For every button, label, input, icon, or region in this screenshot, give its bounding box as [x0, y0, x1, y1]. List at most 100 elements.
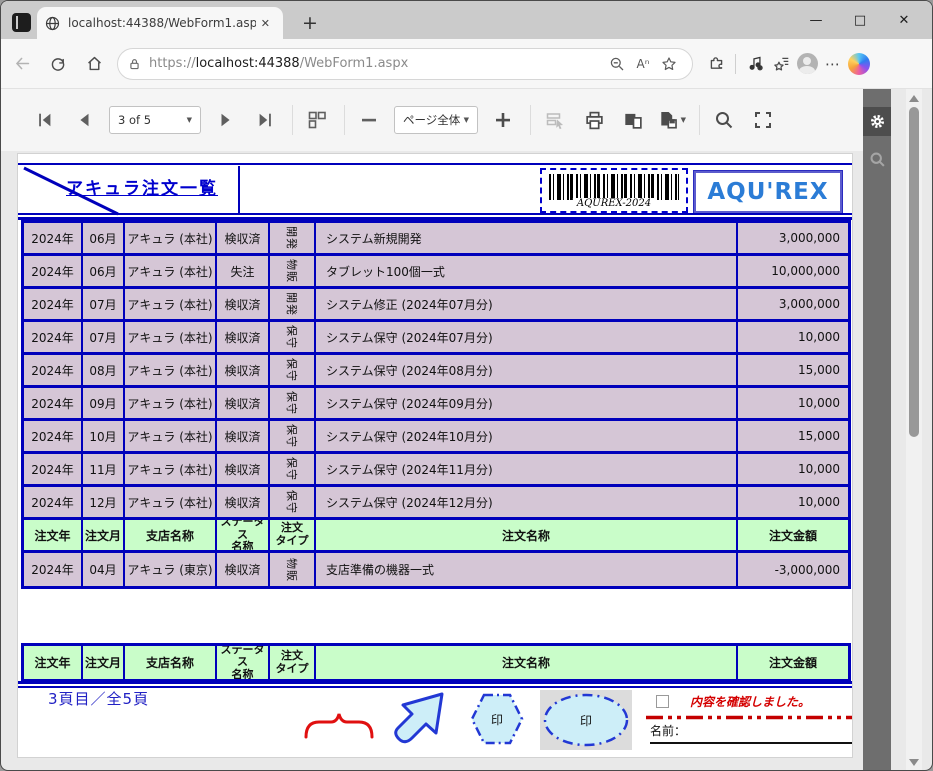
- search-panel-button[interactable]: [863, 145, 891, 173]
- zoom-mode-select[interactable]: ページ全体 ▼: [394, 106, 478, 134]
- browser-titlebar: localhost:44388/WebForm1.aspx ✕ + — □ ✕: [1, 1, 932, 39]
- page-number-select[interactable]: 3 of 5 ▼: [109, 106, 201, 134]
- gear-icon: [869, 113, 886, 130]
- previous-page-icon: [75, 111, 93, 129]
- report-title: アキュラ注文一覧: [66, 174, 218, 199]
- collections-button[interactable]: [768, 51, 794, 77]
- browser-tab[interactable]: localhost:44388/WebForm1.aspx ✕: [37, 7, 283, 39]
- minimize-button[interactable]: —: [794, 1, 838, 39]
- table-header-row: 注文年注文月支店名称ステータス 名称注文 タイプ注文名称注文金額: [24, 520, 848, 553]
- avatar: [797, 53, 818, 74]
- address-bar[interactable]: https://localhost:44388/WebForm1.aspx Aⁿ: [117, 48, 693, 80]
- scrollbar-thumb[interactable]: [909, 107, 919, 437]
- zoom-in-button[interactable]: [489, 106, 517, 134]
- gallery-print-button[interactable]: [619, 106, 647, 134]
- red-brace-shape: [302, 710, 376, 742]
- table-row: 2024年11月アキュラ (本社)検収済保守システム保守 (2024年11月分)…: [24, 454, 848, 487]
- confirm-text: 内容を確認しました。: [690, 693, 810, 710]
- caret-down-icon: ▼: [464, 116, 469, 124]
- home-icon: [86, 55, 103, 72]
- tab-close-icon[interactable]: ✕: [256, 15, 275, 32]
- table-row: 2024年08月アキュラ (本社)検収済保守システム保守 (2024年08月分)…: [24, 355, 848, 388]
- printer-icon: [584, 110, 605, 131]
- export-button[interactable]: ▼: [658, 106, 686, 134]
- scroll-down-arrow[interactable]: [909, 759, 919, 766]
- previous-page-button[interactable]: [70, 106, 98, 134]
- print-pages-icon: [623, 110, 644, 131]
- report-page: アキュラ注文一覧 AQUREX-2024 AQU'REX 2024年06月アキュ…: [17, 153, 853, 758]
- zoom-out-icon: [609, 56, 625, 72]
- browser-window: localhost:44388/WebForm1.aspx ✕ + — □ ✕ …: [0, 0, 933, 771]
- table-row: 2024年06月アキュラ (本社)失注物販タブレット100個一式10,000,0…: [24, 256, 848, 289]
- copilot-icon: [848, 53, 870, 75]
- report-viewer-toolbar: 3 of 5 ▼ ページ全体 ▼: [1, 89, 863, 151]
- url-text: https://localhost:44388/WebForm1.aspx: [149, 56, 604, 71]
- search-icon: [714, 110, 734, 130]
- caret-down-icon: ▼: [681, 116, 686, 124]
- select-text-icon: [545, 110, 565, 130]
- table-row: 2024年07月アキュラ (本社)検収済開発システム修正 (2024年07月分)…: [24, 289, 848, 322]
- select-tool-button[interactable]: [541, 106, 569, 134]
- refresh-button[interactable]: [43, 49, 73, 79]
- back-button[interactable]: [7, 49, 37, 79]
- ellipse-stamp: 印: [540, 690, 632, 750]
- table-row: 2024年10月アキュラ (本社)検収済保守システム保守 (2024年10月分)…: [24, 421, 848, 454]
- music-note-icon: [747, 55, 764, 72]
- table-row: 2024年07月アキュラ (本社)検収済保守システム保守 (2024年07月分)…: [24, 322, 848, 355]
- plus-icon: [493, 110, 513, 130]
- zoom-out-button[interactable]: [355, 106, 383, 134]
- first-page-button[interactable]: [31, 106, 59, 134]
- profile-button[interactable]: [794, 51, 820, 77]
- orders-table: 2024年06月アキュラ (本社)検収済開発システム新規開発3,000,000 …: [21, 220, 851, 589]
- extensions-button[interactable]: [703, 51, 729, 77]
- navbar-right-icons: ⋯: [703, 51, 872, 77]
- last-page-button[interactable]: [251, 106, 279, 134]
- tab-title: localhost:44388/WebForm1.aspx: [68, 16, 256, 30]
- fullscreen-button[interactable]: [749, 106, 777, 134]
- back-icon: [14, 55, 31, 72]
- minus-icon: [359, 110, 379, 130]
- star-icon: [661, 56, 677, 72]
- refresh-icon: [50, 56, 66, 72]
- barcode-label: AQUREX-2024: [573, 198, 655, 209]
- table-header-row: 注文年注文月支店名称ステータス 名称注文 タイプ注文名称注文金額: [24, 646, 848, 679]
- search-button[interactable]: [710, 106, 738, 134]
- favorite-star-button[interactable]: [656, 51, 682, 77]
- name-label: 名前：: [650, 722, 686, 739]
- search-icon: [869, 151, 886, 168]
- bottom-header-table: 注文年注文月支店名称ステータス 名称注文 タイプ注文名称注文金額: [21, 643, 851, 682]
- page-number-text: 3頁目／全5頁: [48, 688, 149, 709]
- fullscreen-icon: [753, 110, 773, 130]
- new-tab-button[interactable]: +: [297, 10, 323, 36]
- barcode-bars: [549, 174, 679, 200]
- print-button[interactable]: [580, 106, 608, 134]
- table-row: 2024年06月アキュラ (本社)検収済開発システム新規開発3,000,000: [24, 223, 848, 256]
- media-control-button[interactable]: [742, 51, 768, 77]
- browser-menu-button[interactable]: ⋯: [820, 51, 846, 77]
- collections-star-icon: [773, 55, 790, 72]
- hexagon-stamp: 印: [469, 692, 525, 746]
- window-controls: — □ ✕: [794, 1, 926, 39]
- settings-panel-button[interactable]: [863, 107, 891, 136]
- multi-page-view-button[interactable]: [303, 106, 331, 134]
- first-page-icon: [36, 111, 54, 129]
- extensions-icon: [708, 55, 725, 72]
- vertical-scrollbar[interactable]: [906, 89, 922, 771]
- table-row: 2024年09月アキュラ (本社)検収済保守システム保守 (2024年09月分)…: [24, 388, 848, 421]
- barcode: AQUREX-2024: [540, 168, 688, 213]
- viewer-side-panel: [863, 89, 891, 771]
- tab-actions-icon[interactable]: [12, 13, 31, 32]
- close-button[interactable]: ✕: [882, 1, 926, 39]
- export-save-icon: [658, 110, 679, 131]
- read-aloud-button[interactable]: Aⁿ: [630, 51, 656, 77]
- caret-down-icon: ▼: [187, 116, 192, 124]
- next-page-button[interactable]: [212, 106, 240, 134]
- scroll-up-arrow[interactable]: [909, 95, 919, 102]
- copilot-button[interactable]: [846, 51, 872, 77]
- browser-navbar: https://localhost:44388/WebForm1.aspx Aⁿ: [1, 39, 932, 89]
- multi-page-icon: [307, 110, 327, 130]
- company-logo: AQU'REX: [694, 171, 842, 213]
- home-button[interactable]: [79, 49, 109, 79]
- maximize-button[interactable]: □: [838, 1, 882, 39]
- zoom-out-page-button[interactable]: [604, 51, 630, 77]
